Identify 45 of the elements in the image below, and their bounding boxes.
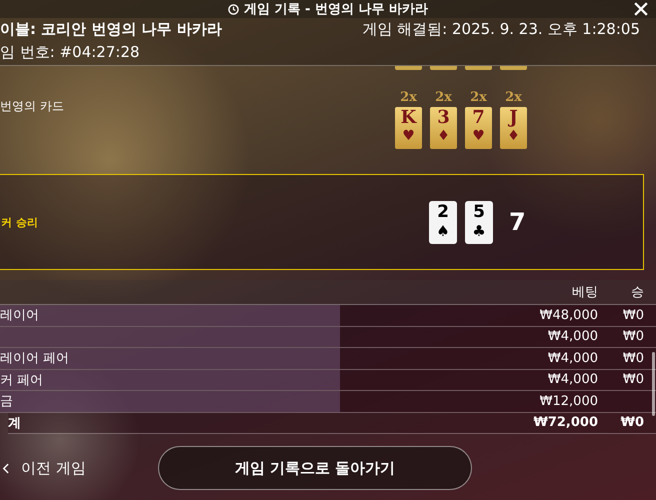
close-button[interactable] (632, 0, 650, 18)
table-cell: 레이어 페어 (0, 348, 340, 368)
table-cell: 커 페어 (0, 370, 340, 390)
window-title: 게임 기록 - 번영의 나무 바카라 (228, 0, 428, 18)
playing-card: 7 ♥ (465, 107, 492, 149)
playing-card: 2 ♠ (429, 200, 457, 244)
table-cell-text: ₩4,000 (546, 329, 598, 344)
table-cell-text: ₩4,000 (546, 372, 598, 388)
table-name: 이블: 코리안 번영의 나무 바카라 (0, 20, 222, 39)
card-edge (430, 66, 457, 70)
chevron-left-icon (2, 462, 9, 474)
multiplier-label: 2x (505, 90, 522, 105)
table-cell-text: ₩48,000 (538, 308, 598, 323)
column-header: 승 (630, 284, 644, 301)
playing-card: K ♥ (395, 107, 422, 149)
card-edge (500, 66, 527, 70)
clock-icon (228, 4, 239, 14)
playing-card: J ♦ (500, 107, 527, 149)
back-to-history-button[interactable]: 게임 기록으로 돌아가기 (158, 446, 472, 490)
table-cell: ₩0 (620, 415, 644, 430)
card-edge (395, 66, 422, 70)
table-cell: ₩0 (622, 329, 644, 344)
resolved-time: 게임 해결됨: 2025. 9. 23. 오후 1:28:05 (362, 20, 640, 39)
section-label: 번영의 카드 (0, 98, 65, 115)
table-cell: ₩0 (622, 350, 644, 366)
multiplier-label: 2x (400, 90, 417, 105)
playing-card: 3 ♦ (430, 107, 457, 149)
table-cell-text: ₩12,000 (538, 394, 598, 409)
table-cell-text: 계 (8, 414, 22, 433)
table-cell: ₩0 (622, 308, 644, 323)
table-cell-text: ₩4,000 (546, 350, 598, 366)
previous-game-link[interactable]: 이전 게임 (0, 458, 158, 478)
table-cell: 레이어 (0, 305, 340, 326)
hand-total: 7 (509, 208, 526, 236)
result-label: 커 승리 (0, 214, 39, 230)
playing-card: 5 ♣ (465, 200, 493, 244)
scrollbar[interactable] (652, 352, 655, 416)
table-cell: 금 (0, 391, 340, 412)
column-header: 베팅 (571, 284, 598, 301)
table-cell: ₩0 (622, 372, 644, 388)
multiplier-label: 2x (435, 90, 452, 105)
game-number: 임 번호: #04:27:28 (0, 43, 140, 62)
table-cell-text: ₩72,000 (532, 415, 598, 430)
multiplier-label: 2x (470, 90, 487, 105)
card-edge (465, 66, 492, 70)
